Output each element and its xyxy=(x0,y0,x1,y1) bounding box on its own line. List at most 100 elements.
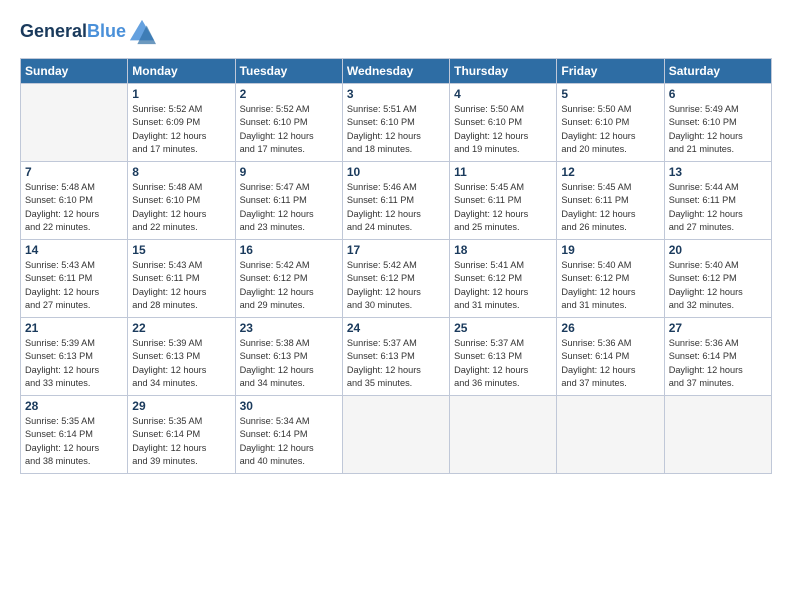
calendar-cell xyxy=(557,396,664,474)
day-number: 3 xyxy=(347,87,445,101)
day-number: 19 xyxy=(561,243,659,257)
calendar-cell: 24 Sunrise: 5:37 AMSunset: 6:13 PMDayligh… xyxy=(342,318,449,396)
day-number: 9 xyxy=(240,165,338,179)
day-number: 1 xyxy=(132,87,230,101)
calendar-cell: 25Sunrise: 5:37 AMSunset: 6:13 PMDayligh… xyxy=(450,318,557,396)
day-info: Sunrise: 5:44 AMSunset: 6:11 PMDaylight:… xyxy=(669,181,767,234)
day-info: Sunrise: 5:52 AMSunset: 6:09 PMDaylight:… xyxy=(132,103,230,156)
calendar-cell: 14 Sunrise: 5:43 AMSunset: 6:11 PMDayligh… xyxy=(21,240,128,318)
calendar-table: SundayMondayTuesdayWednesdayThursdayFrid… xyxy=(20,58,772,474)
weekday-header-cell: Saturday xyxy=(664,59,771,84)
day-number: 22 xyxy=(132,321,230,335)
calendar-cell xyxy=(21,84,128,162)
day-number: 28 xyxy=(25,399,123,413)
calendar-cell: 3 Sunrise: 5:51 AMSunset: 6:10 PMDaylight… xyxy=(342,84,449,162)
calendar-cell: 26 Sunrise: 5:36 AMSunset: 6:14 PMDayligh… xyxy=(557,318,664,396)
calendar-cell xyxy=(664,396,771,474)
day-number: 18 xyxy=(454,243,552,257)
day-number: 13 xyxy=(669,165,767,179)
day-info: Sunrise: 5:40 AMSunset: 6:12 PMDaylight:… xyxy=(561,259,659,312)
calendar-cell: 19 Sunrise: 5:40 AMSunset: 6:12 PMDayligh… xyxy=(557,240,664,318)
day-info: Sunrise: 5:36 AMSunset: 6:14 PMDaylight:… xyxy=(669,337,767,390)
logo-icon xyxy=(128,18,156,46)
day-info: Sunrise: 5:50 AMSunset: 6:10 PMDaylight:… xyxy=(454,103,552,156)
day-number: 17 xyxy=(347,243,445,257)
day-info: Sunrise: 5:37 AMSunset: 6:13 PMDaylight:… xyxy=(347,337,445,390)
day-info: Sunrise: 5:42 AMSunset: 6:12 PMDaylight:… xyxy=(347,259,445,312)
day-number: 11 xyxy=(454,165,552,179)
calendar-cell: 5 Sunrise: 5:50 AMSunset: 6:10 PMDaylight… xyxy=(557,84,664,162)
calendar-cell: 4 Sunrise: 5:50 AMSunset: 6:10 PMDaylight… xyxy=(450,84,557,162)
day-info: Sunrise: 5:39 AMSunset: 6:13 PMDaylight:… xyxy=(25,337,123,390)
weekday-header-cell: Monday xyxy=(128,59,235,84)
day-number: 25 xyxy=(454,321,552,335)
day-number: 15 xyxy=(132,243,230,257)
weekday-header-cell: Friday xyxy=(557,59,664,84)
day-info: Sunrise: 5:51 AMSunset: 6:10 PMDaylight:… xyxy=(347,103,445,156)
day-number: 7 xyxy=(25,165,123,179)
day-number: 5 xyxy=(561,87,659,101)
page-container: GeneralBlue SundayMondayTuesdayWednesday… xyxy=(0,0,792,484)
calendar-cell: 29 Sunrise: 5:35 AMSunset: 6:14 PMDayligh… xyxy=(128,396,235,474)
day-number: 10 xyxy=(347,165,445,179)
day-info: Sunrise: 5:52 AMSunset: 6:10 PMDaylight:… xyxy=(240,103,338,156)
day-info: Sunrise: 5:41 AMSunset: 6:12 PMDaylight:… xyxy=(454,259,552,312)
day-number: 21 xyxy=(25,321,123,335)
day-number: 29 xyxy=(132,399,230,413)
calendar-cell: 20 Sunrise: 5:40 AMSunset: 6:12 PMDayligh… xyxy=(664,240,771,318)
header: GeneralBlue xyxy=(20,18,772,46)
weekday-header-cell: Thursday xyxy=(450,59,557,84)
calendar-cell: 17 Sunrise: 5:42 AMSunset: 6:12 PMDayligh… xyxy=(342,240,449,318)
day-number: 24 xyxy=(347,321,445,335)
weekday-header-cell: Wednesday xyxy=(342,59,449,84)
day-number: 12 xyxy=(561,165,659,179)
day-number: 16 xyxy=(240,243,338,257)
logo-text: GeneralBlue xyxy=(20,22,126,42)
day-info: Sunrise: 5:49 AMSunset: 6:10 PMDaylight:… xyxy=(669,103,767,156)
calendar-cell: 18 Sunrise: 5:41 AMSunset: 6:12 PMDayligh… xyxy=(450,240,557,318)
day-number: 20 xyxy=(669,243,767,257)
calendar-cell: 2Sunrise: 5:52 AMSunset: 6:10 PMDaylight… xyxy=(235,84,342,162)
day-number: 23 xyxy=(240,321,338,335)
calendar-cell: 6Sunrise: 5:49 AMSunset: 6:10 PMDaylight… xyxy=(664,84,771,162)
day-info: Sunrise: 5:34 AMSunset: 6:14 PMDaylight:… xyxy=(240,415,338,468)
day-info: Sunrise: 5:45 AMSunset: 6:11 PMDaylight:… xyxy=(454,181,552,234)
calendar-week-row: 28 Sunrise: 5:35 AMSunset: 6:14 PMDayligh… xyxy=(21,396,772,474)
calendar-week-row: 14 Sunrise: 5:43 AMSunset: 6:11 PMDayligh… xyxy=(21,240,772,318)
calendar-cell: 16 Sunrise: 5:42 AMSunset: 6:12 PMDayligh… xyxy=(235,240,342,318)
calendar-body: 1 Sunrise: 5:52 AMSunset: 6:09 PMDaylight… xyxy=(21,84,772,474)
calendar-cell: 23 Sunrise: 5:38 AMSunset: 6:13 PMDayligh… xyxy=(235,318,342,396)
calendar-week-row: 7 Sunrise: 5:48 AMSunset: 6:10 PMDaylight… xyxy=(21,162,772,240)
day-info: Sunrise: 5:43 AMSunset: 6:11 PMDaylight:… xyxy=(132,259,230,312)
calendar-cell xyxy=(450,396,557,474)
weekday-header-row: SundayMondayTuesdayWednesdayThursdayFrid… xyxy=(21,59,772,84)
weekday-header-cell: Tuesday xyxy=(235,59,342,84)
day-number: 27 xyxy=(669,321,767,335)
logo: GeneralBlue xyxy=(20,18,156,46)
day-number: 14 xyxy=(25,243,123,257)
calendar-cell: 1 Sunrise: 5:52 AMSunset: 6:09 PMDaylight… xyxy=(128,84,235,162)
calendar-cell: 27 Sunrise: 5:36 AMSunset: 6:14 PMDayligh… xyxy=(664,318,771,396)
day-number: 26 xyxy=(561,321,659,335)
calendar-cell: 12 Sunrise: 5:45 AMSunset: 6:11 PMDayligh… xyxy=(557,162,664,240)
day-info: Sunrise: 5:50 AMSunset: 6:10 PMDaylight:… xyxy=(561,103,659,156)
day-number: 30 xyxy=(240,399,338,413)
calendar-week-row: 1 Sunrise: 5:52 AMSunset: 6:09 PMDaylight… xyxy=(21,84,772,162)
day-info: Sunrise: 5:45 AMSunset: 6:11 PMDaylight:… xyxy=(561,181,659,234)
day-info: Sunrise: 5:36 AMSunset: 6:14 PMDaylight:… xyxy=(561,337,659,390)
day-info: Sunrise: 5:38 AMSunset: 6:13 PMDaylight:… xyxy=(240,337,338,390)
day-info: Sunrise: 5:46 AMSunset: 6:11 PMDaylight:… xyxy=(347,181,445,234)
day-number: 4 xyxy=(454,87,552,101)
day-info: Sunrise: 5:40 AMSunset: 6:12 PMDaylight:… xyxy=(669,259,767,312)
calendar-cell: 22Sunrise: 5:39 AMSunset: 6:13 PMDayligh… xyxy=(128,318,235,396)
day-info: Sunrise: 5:35 AMSunset: 6:14 PMDaylight:… xyxy=(132,415,230,468)
day-info: Sunrise: 5:35 AMSunset: 6:14 PMDaylight:… xyxy=(25,415,123,468)
day-number: 8 xyxy=(132,165,230,179)
calendar-cell: 11 Sunrise: 5:45 AMSunset: 6:11 PMDayligh… xyxy=(450,162,557,240)
day-info: Sunrise: 5:42 AMSunset: 6:12 PMDaylight:… xyxy=(240,259,338,312)
calendar-week-row: 21 Sunrise: 5:39 AMSunset: 6:13 PMDayligh… xyxy=(21,318,772,396)
day-info: Sunrise: 5:48 AMSunset: 6:10 PMDaylight:… xyxy=(132,181,230,234)
calendar-cell: 15 Sunrise: 5:43 AMSunset: 6:11 PMDayligh… xyxy=(128,240,235,318)
day-info: Sunrise: 5:43 AMSunset: 6:11 PMDaylight:… xyxy=(25,259,123,312)
weekday-header-cell: Sunday xyxy=(21,59,128,84)
